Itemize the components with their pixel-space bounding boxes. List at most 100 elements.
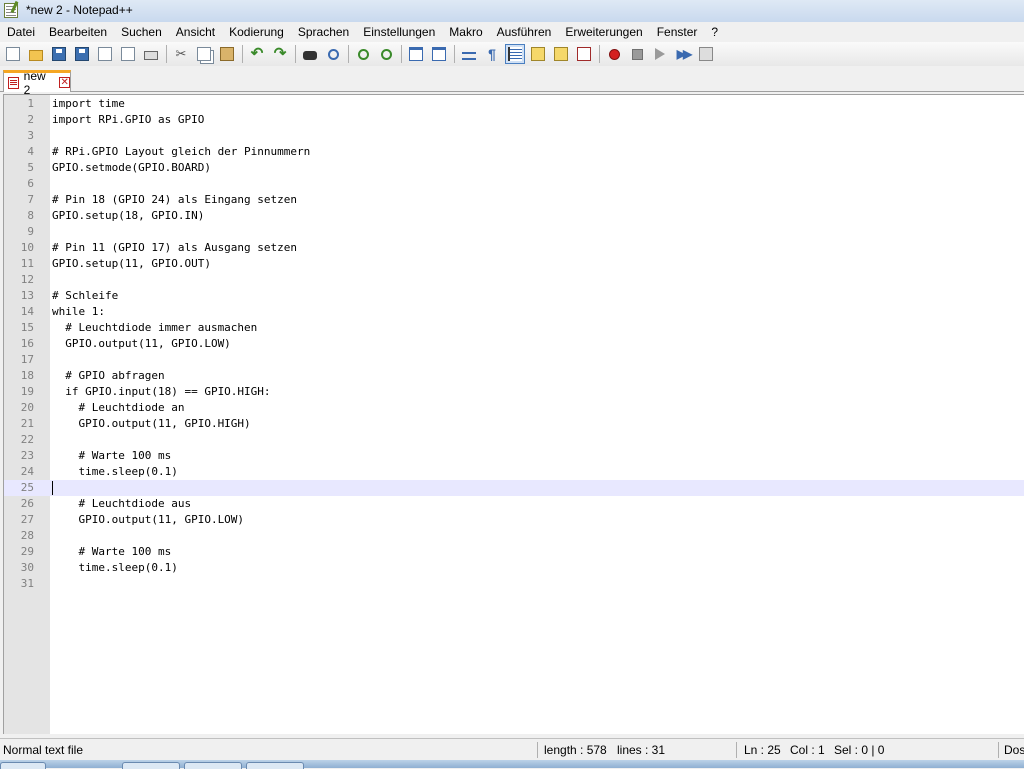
line-number: 29 (20, 545, 34, 558)
copy-button[interactable] (194, 44, 214, 64)
sync-vertical-button[interactable] (406, 44, 426, 64)
status-divider (736, 742, 737, 758)
code-text: import time (52, 97, 125, 110)
zoom-out-button[interactable] (376, 44, 396, 64)
code-line[interactable]: 28 (4, 528, 1024, 544)
find-button[interactable] (300, 44, 320, 64)
code-line[interactable]: 13 # Schleife (4, 288, 1024, 304)
code-line[interactable]: 23 # Warte 100 ms (4, 448, 1024, 464)
code-line[interactable]: 31 (4, 576, 1024, 592)
document-map-button[interactable] (551, 44, 571, 64)
status-file-type: Normal text file (3, 743, 84, 757)
code-line[interactable]: 14 while 1: (4, 304, 1024, 320)
stop-recording-button[interactable] (627, 44, 647, 64)
print-button[interactable] (141, 44, 161, 64)
replace-button[interactable] (323, 44, 343, 64)
line-number: 14 (20, 305, 34, 318)
code-text: if GPIO.input(18) == GPIO.HIGH: (52, 385, 271, 398)
menu-item[interactable]: Makro (442, 22, 489, 42)
code-line[interactable]: 24 time.sleep(0.1) (4, 464, 1024, 480)
close-all-button[interactable] (118, 44, 138, 64)
code-line[interactable]: 3 (4, 128, 1024, 144)
menu-item[interactable]: Sprachen (291, 22, 356, 42)
line-number: 5 (27, 161, 34, 174)
code-line[interactable]: 15 # Leuchtdiode immer ausmachen (4, 320, 1024, 336)
code-line[interactable]: 7 # Pin 18 (GPIO 24) als Eingang setzen (4, 192, 1024, 208)
tab-label: new 2 (23, 68, 46, 97)
open-file-button[interactable] (26, 44, 46, 64)
code-text: # Leuchtdiode aus (52, 497, 192, 510)
toolbar-separator (242, 45, 243, 63)
code-line[interactable]: 27 GPIO.output(11, GPIO.LOW) (4, 512, 1024, 528)
code-line[interactable]: 26 # Leuchtdiode aus (4, 496, 1024, 512)
cut-button[interactable]: ✂ (171, 44, 191, 64)
code-text: GPIO.output(11, GPIO.LOW) (52, 513, 245, 526)
code-line[interactable]: 10 # Pin 11 (GPIO 17) als Ausgang setzen (4, 240, 1024, 256)
code-line[interactable]: 11 GPIO.setup(11, GPIO.OUT) (4, 256, 1024, 272)
undo-button[interactable]: ↶ (247, 44, 267, 64)
menu-item[interactable]: Kodierung (222, 22, 291, 42)
code-line[interactable]: 22 (4, 432, 1024, 448)
code-line[interactable]: 19 if GPIO.input(18) == GPIO.HIGH: (4, 384, 1024, 400)
sync-horizontal-icon (432, 47, 446, 61)
text-cursor (52, 481, 53, 495)
menu-item[interactable]: Ausführen (490, 22, 559, 42)
code-line[interactable]: 21 GPIO.output(11, GPIO.HIGH) (4, 416, 1024, 432)
code-line[interactable]: 2 import RPi.GPIO as GPIO (4, 112, 1024, 128)
paste-icon (220, 47, 234, 61)
code-line[interactable]: 12 (4, 272, 1024, 288)
menu-item[interactable]: Fenster (650, 22, 705, 42)
code-line[interactable]: 4 # RPi.GPIO Layout gleich der Pinnummern (4, 144, 1024, 160)
save-all-button[interactable] (72, 44, 92, 64)
tab-new-2[interactable]: new 2 ✕ (3, 69, 71, 97)
show-all-characters-button[interactable]: ¶ (482, 44, 502, 64)
code-line[interactable]: 20 # Leuchtdiode an (4, 400, 1024, 416)
code-line[interactable]: 25 (4, 480, 1024, 496)
run-macro-multiple-icon: ▶▶ (676, 47, 692, 61)
code-line[interactable]: 18 # GPIO abfragen (4, 368, 1024, 384)
toolbar-separator (295, 45, 296, 63)
function-list-button[interactable] (574, 44, 594, 64)
indent-guide-button[interactable] (505, 44, 525, 64)
code-line[interactable]: 16 GPIO.output(11, GPIO.LOW) (4, 336, 1024, 352)
code-line[interactable]: 30 time.sleep(0.1) (4, 560, 1024, 576)
menu-item[interactable]: ? (704, 22, 725, 42)
code-line[interactable]: 5 GPIO.setmode(GPIO.BOARD) (4, 160, 1024, 176)
redo-icon: ↷ (273, 45, 287, 62)
code-line[interactable]: 17 (4, 352, 1024, 368)
playback-macro-button[interactable] (650, 44, 670, 64)
save-macro-icon (699, 47, 713, 61)
line-number: 27 (20, 513, 34, 526)
line-number: 31 (20, 577, 34, 590)
code-line[interactable]: 6 (4, 176, 1024, 192)
code-line[interactable]: 29 # Warte 100 ms (4, 544, 1024, 560)
menu-item[interactable]: Bearbeiten (42, 22, 114, 42)
save-macro-button[interactable] (696, 44, 716, 64)
status-eol-format[interactable]: Dos (1004, 739, 1024, 761)
close-button[interactable] (95, 44, 115, 64)
redo-button[interactable]: ↷ (270, 44, 290, 64)
new-file-button[interactable] (3, 44, 23, 64)
menu-item[interactable]: Datei (0, 22, 42, 42)
menu-item[interactable]: Ansicht (169, 22, 222, 42)
line-number: 25 (20, 481, 34, 494)
paste-button[interactable] (217, 44, 237, 64)
run-macro-multiple-button[interactable]: ▶▶ (673, 44, 693, 64)
menu-item[interactable]: Erweiterungen (558, 22, 649, 42)
word-wrap-button[interactable] (459, 44, 479, 64)
menu-item[interactable]: Suchen (114, 22, 169, 42)
menu-item[interactable]: Einstellungen (356, 22, 442, 42)
code-line[interactable]: 1 import time (4, 96, 1024, 112)
save-button[interactable] (49, 44, 69, 64)
sync-horizontal-button[interactable] (429, 44, 449, 64)
record-macro-button[interactable] (604, 44, 624, 64)
notepad-app-icon[interactable] (4, 3, 18, 18)
code-line[interactable]: 9 (4, 224, 1024, 240)
tab-close-icon[interactable]: ✕ (59, 77, 71, 88)
new-file-icon (6, 47, 20, 61)
text-editor[interactable]: 1 import time 2 import RPi.GPIO as GPIO 3 4 # … (3, 94, 1024, 734)
line-number: 17 (20, 353, 34, 366)
user-defined-language-button[interactable] (528, 44, 548, 64)
code-line[interactable]: 8 GPIO.setup(18, GPIO.IN) (4, 208, 1024, 224)
zoom-in-button[interactable] (353, 44, 373, 64)
